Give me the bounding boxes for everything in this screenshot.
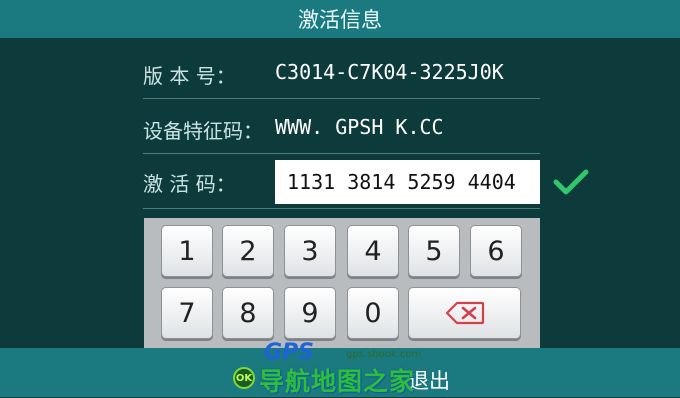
backspace-key[interactable] <box>408 287 521 339</box>
watermark-url: gps.sbook.com <box>346 349 422 360</box>
key-8[interactable]: 8 <box>222 287 274 339</box>
key-1[interactable]: 1 <box>161 225 213 277</box>
key-6[interactable]: 6 <box>470 225 522 277</box>
watermark-text: 导航地图之家 <box>259 367 416 396</box>
activation-code-label: 激 活 码： <box>143 172 236 196</box>
key-4[interactable]: 4 <box>347 225 399 277</box>
key-7[interactable]: 7 <box>161 287 213 339</box>
activation-code-value: 1131 3814 5259 4404 <box>287 170 516 194</box>
version-label: 版 本 号： <box>143 64 236 88</box>
key-5[interactable]: 5 <box>408 225 460 277</box>
confirm-check-icon[interactable] <box>553 168 589 196</box>
numeric-keypad: 1 2 3 4 5 6 7 8 9 0 <box>144 218 540 348</box>
activation-code-input[interactable]: 1131 3814 5259 4404 <box>275 160 540 204</box>
page-title: 激活信息 <box>298 8 382 32</box>
key-0[interactable]: 0 <box>347 287 399 339</box>
title-bar: 激活信息 <box>0 0 680 38</box>
ok-icon[interactable]: OK <box>233 367 255 389</box>
device-code-label: 设备特征码： <box>143 119 263 143</box>
key-2[interactable]: 2 <box>222 225 274 277</box>
key-9[interactable]: 9 <box>284 287 336 339</box>
version-value: C3014-C7K04-3225J0K <box>275 60 504 84</box>
key-3[interactable]: 3 <box>284 225 336 277</box>
device-code-value: WWW. GPSH K.CC <box>275 115 444 139</box>
backspace-icon <box>445 301 484 325</box>
